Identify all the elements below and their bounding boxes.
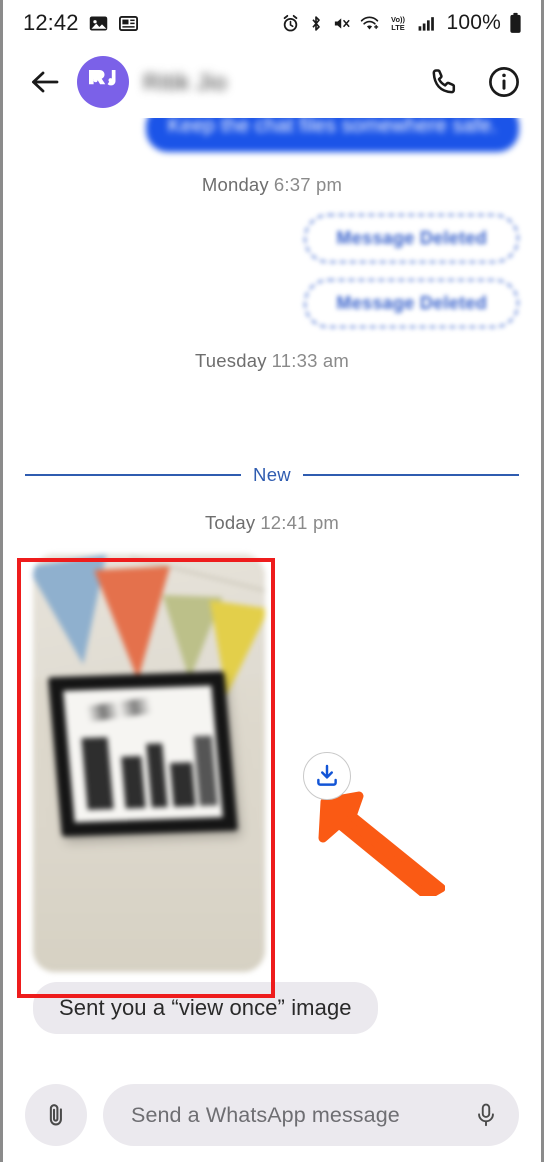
voice-message-button[interactable]	[473, 1101, 499, 1129]
alarm-icon	[281, 14, 300, 33]
frame-mat	[63, 685, 223, 823]
paperclip-icon	[49, 1104, 62, 1126]
artwork-bar	[81, 737, 114, 810]
chat-message-list[interactable]: Keep the chat files somewhere safe. Mond…	[3, 118, 541, 1068]
download-button[interactable]	[303, 752, 351, 800]
divider-line-right	[302, 473, 520, 477]
contact-name[interactable]: Ritik Jio	[143, 69, 227, 96]
artwork-bar	[121, 756, 146, 809]
artwork-bar	[169, 762, 196, 807]
caption-row: Sent you a “view once” image	[25, 972, 519, 1034]
back-arrow-icon	[32, 71, 59, 93]
bluetooth-icon	[307, 14, 325, 33]
message-row-deleted-1: Message Deleted	[25, 214, 519, 263]
timestamp-separator-tuesday: Tuesday 11:33 am	[25, 328, 519, 378]
message-row-deleted-2: Message Deleted	[25, 279, 519, 328]
artwork-bar	[146, 743, 168, 808]
info-icon	[489, 67, 519, 97]
deleted-message-bubble[interactable]: Message Deleted	[304, 279, 519, 328]
view-once-image-thumbnail[interactable]	[33, 554, 265, 972]
volte-icon: Vo)) LTE	[387, 13, 409, 33]
wifi-icon	[359, 14, 380, 33]
message-row-outgoing: Keep the chat files somewhere safe.	[25, 118, 519, 152]
card-icon	[118, 13, 139, 34]
separator-time-label: 6:37 pm	[273, 174, 343, 195]
download-icon	[317, 764, 337, 786]
photo-icon	[88, 13, 109, 34]
wall-picture-frame	[47, 671, 239, 837]
header-actions	[429, 65, 521, 99]
attach-button[interactable]	[25, 1084, 87, 1146]
separator-day-label: Monday	[201, 174, 269, 195]
timestamp-separator-today: Today 12:41 pm	[25, 494, 519, 540]
separator-time-label: 12:41 pm	[260, 512, 340, 533]
battery-percent-label: 100%	[446, 11, 501, 34]
status-clock: 12:42	[23, 10, 79, 35]
message-input-placeholder: Send a WhatsApp message	[131, 1102, 400, 1127]
svg-text:LTE: LTE	[392, 23, 406, 32]
signal-icon	[416, 14, 437, 33]
separator-time-label: 11:33 am	[271, 350, 350, 371]
mute-icon	[332, 14, 352, 33]
new-messages-label: New	[253, 464, 291, 485]
new-messages-divider: New	[25, 456, 520, 494]
photo-content	[33, 554, 265, 972]
avatar[interactable]	[77, 56, 129, 108]
separator-day-label: Today	[204, 512, 256, 533]
deleted-message-bubble[interactable]: Message Deleted	[304, 214, 519, 263]
chat-header: Ritik Jio	[3, 46, 541, 118]
view-once-caption-bubble[interactable]: Sent you a “view once” image	[33, 982, 378, 1034]
call-button[interactable]	[429, 66, 461, 98]
status-bar-right: Vo)) LTE 100%	[281, 11, 523, 35]
status-bar: 12:42 Vo)) LTE 100%	[3, 0, 541, 46]
info-button[interactable]	[487, 65, 521, 99]
artwork-scrawl	[86, 695, 168, 723]
message-input-field[interactable]: Send a WhatsApp message	[103, 1084, 519, 1146]
microphone-icon	[478, 1103, 494, 1127]
back-button[interactable]	[25, 62, 65, 102]
message-composer: Send a WhatsApp message	[3, 1068, 541, 1162]
incoming-media-message: Sent you a “view once” image	[17, 554, 519, 1034]
phone-icon	[432, 69, 456, 94]
status-bar-left: 12:42	[23, 10, 139, 36]
avatar-monogram-icon	[89, 70, 116, 86]
artwork-bar	[193, 735, 218, 806]
battery-icon	[508, 12, 523, 34]
divider-line-left	[25, 473, 242, 477]
separator-day-label: Tuesday	[194, 350, 267, 371]
timestamp-separator-monday: Monday 6:37 pm	[25, 152, 519, 202]
outgoing-message-bubble[interactable]: Keep the chat files somewhere safe.	[145, 118, 519, 152]
phone-screen: 12:42 Vo)) LTE 100% Ritik Jio Keep the c…	[0, 0, 544, 1162]
